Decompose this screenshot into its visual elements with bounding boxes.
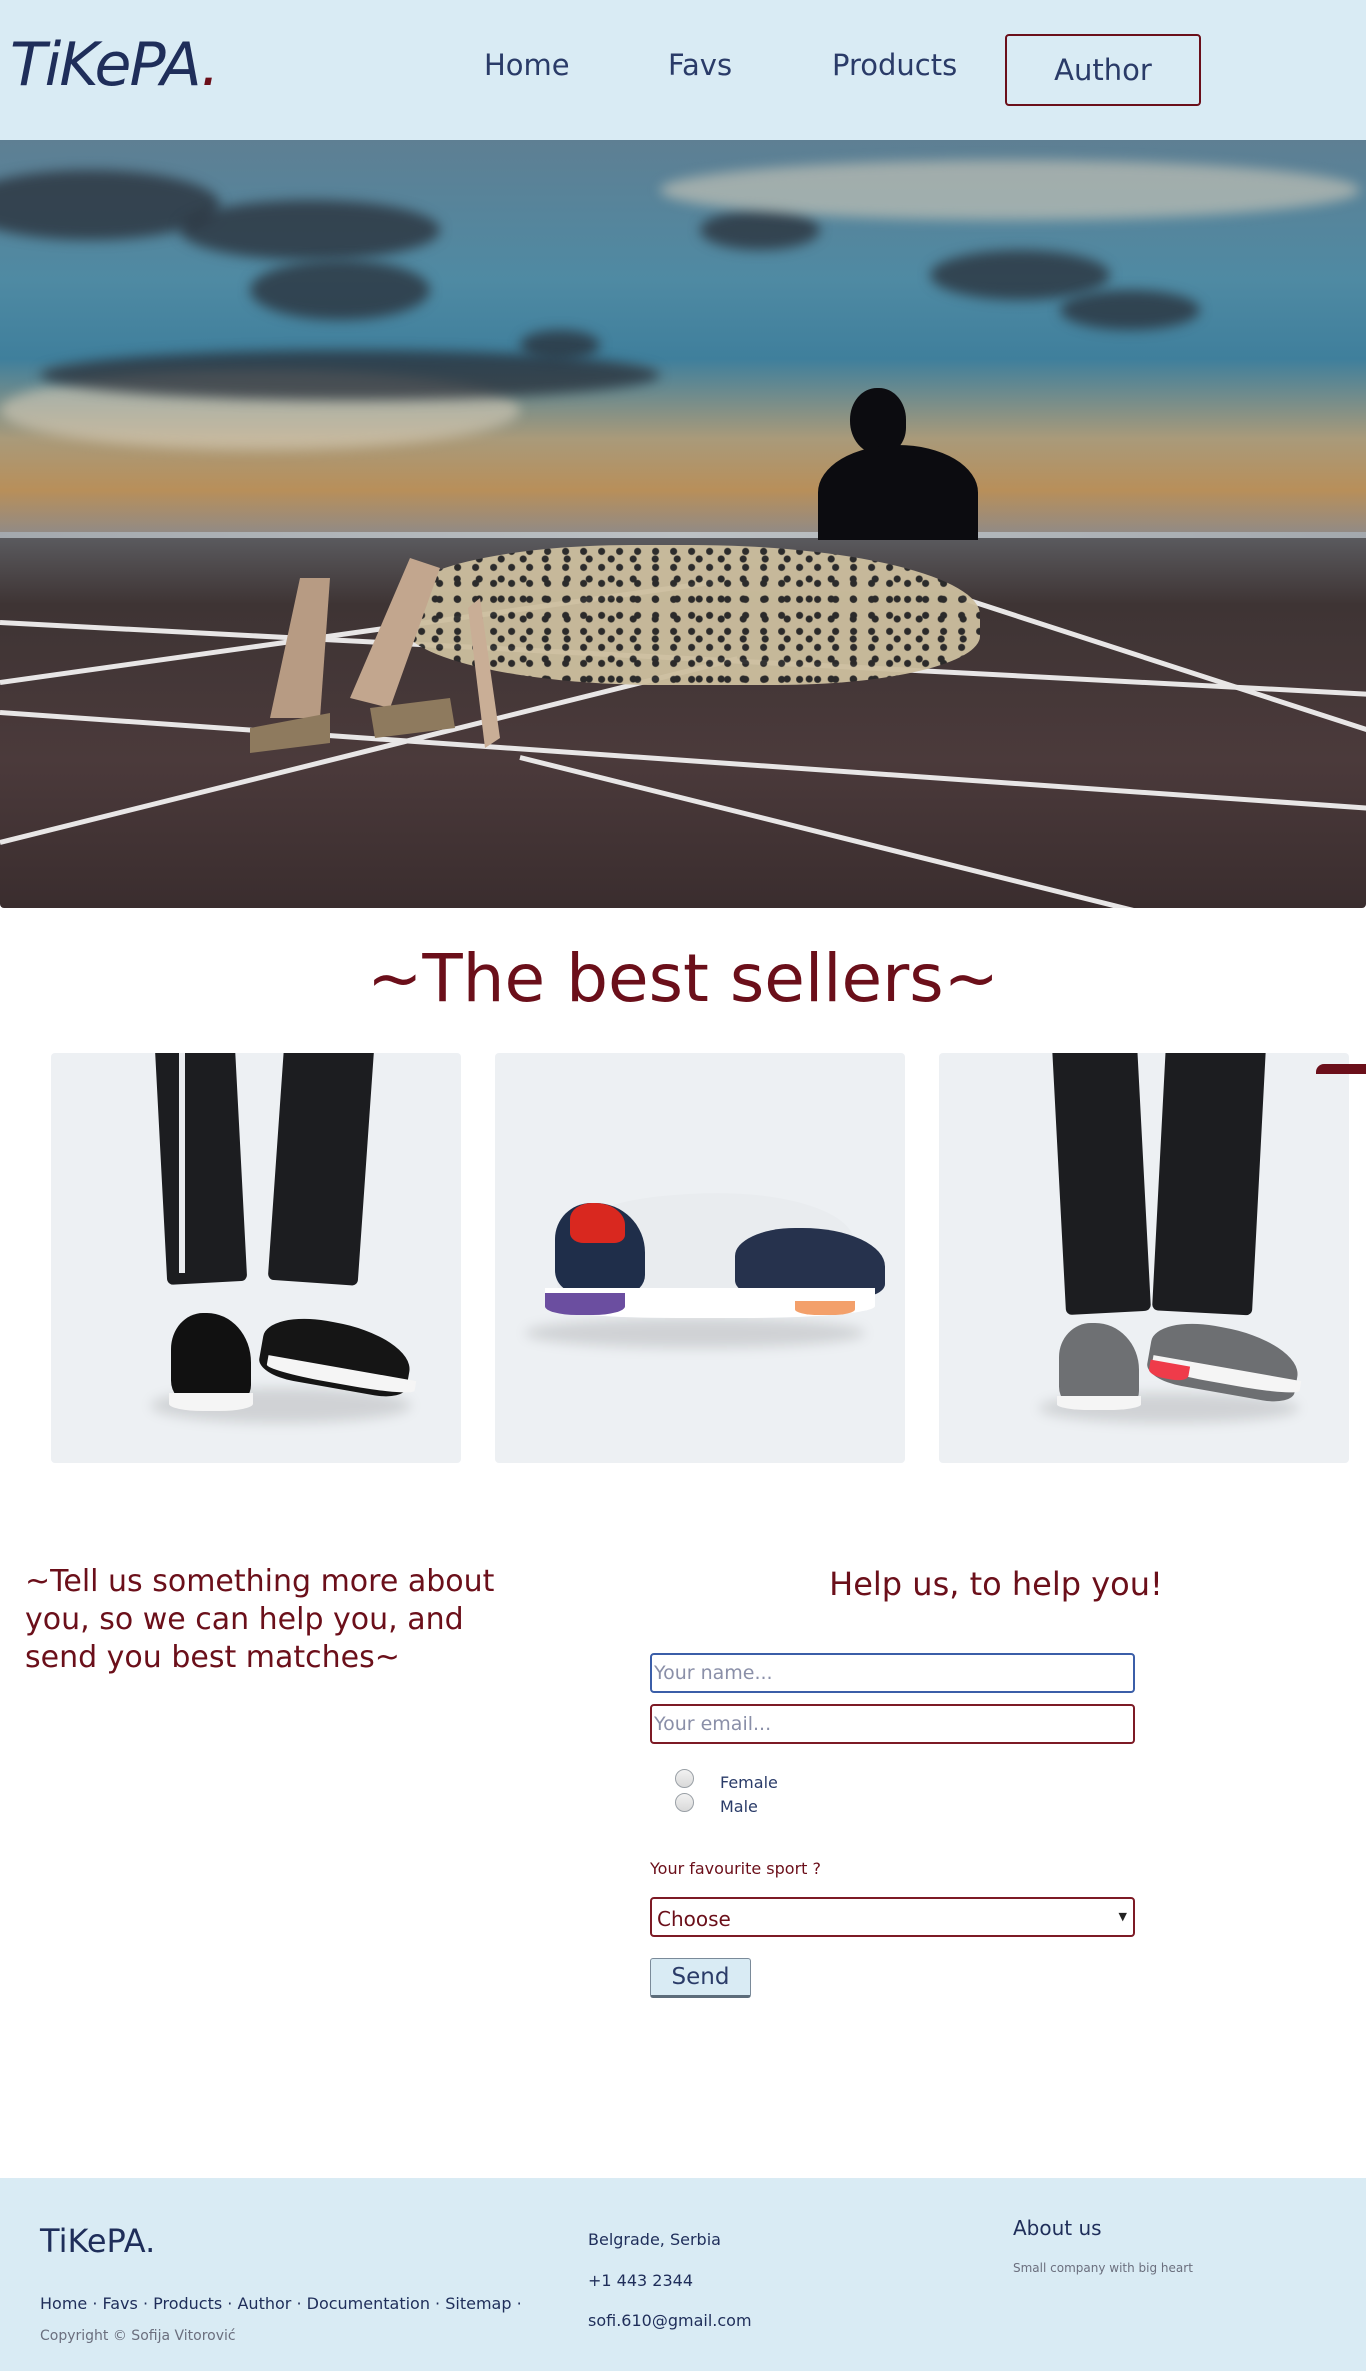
footer-copyright: Copyright © Sofija Vitorović xyxy=(40,2328,236,2344)
site-header: TiKePA. Home Favs Products Author xyxy=(0,0,1366,140)
footer-separator: · xyxy=(87,2294,103,2313)
male-radio[interactable] xyxy=(675,1793,694,1812)
pant-stripe xyxy=(179,1053,185,1273)
footer-logo[interactable]: TiKePA. xyxy=(40,2222,155,2260)
chevron-down-icon: ▼ xyxy=(1118,1910,1127,1923)
female-radio[interactable] xyxy=(675,1769,694,1788)
shoe-shape xyxy=(171,1313,251,1403)
nav-author-button[interactable]: Author xyxy=(1005,34,1201,106)
footer-link-favs[interactable]: Favs xyxy=(103,2294,138,2313)
form-title: Help us, to help you! xyxy=(829,1565,1163,1603)
name-input[interactable] xyxy=(650,1653,1135,1693)
footer-link-sitemap[interactable]: Sitemap xyxy=(445,2294,511,2313)
footer-link-home[interactable]: Home xyxy=(40,2294,87,2313)
retro-sneaker-image[interactable] xyxy=(495,1053,905,1463)
grey-sneakers-image[interactable] xyxy=(939,1053,1349,1463)
shoe-shape xyxy=(570,1203,625,1243)
runner-legs xyxy=(250,558,500,753)
site-footer: TiKePA. Home · Favs · Products · Author … xyxy=(0,2178,1366,2371)
cloud-shape xyxy=(40,350,660,400)
shoe-sole xyxy=(1057,1396,1141,1410)
email-input[interactable] xyxy=(650,1704,1135,1744)
nav-products[interactable]: Products xyxy=(832,48,957,82)
black-sneakers-image[interactable] xyxy=(51,1053,461,1463)
hero-runner-cheetah-image xyxy=(0,140,1366,908)
footer-link-author[interactable]: Author xyxy=(237,2294,291,2313)
footer-separator: · xyxy=(222,2294,238,2313)
pant-leg xyxy=(154,1053,248,1285)
cloud-shape xyxy=(660,160,1360,220)
footer-separator: · xyxy=(137,2294,154,2313)
side-tab[interactable] xyxy=(1316,1064,1366,1074)
shoe-shadow xyxy=(525,1318,865,1348)
nav-home[interactable]: Home xyxy=(484,48,570,82)
silhouette-body xyxy=(818,445,978,540)
footer-about-text: Small company with big heart xyxy=(1013,2261,1193,2275)
pant-leg xyxy=(267,1053,375,1286)
sport-select[interactable]: Choose ▼ xyxy=(650,1897,1135,1937)
male-label: Male xyxy=(720,1797,758,1816)
footer-email[interactable]: sofi.610@gmail.com xyxy=(588,2311,752,2330)
intro-text: ~Tell us something more about you, so we… xyxy=(25,1564,495,1675)
footer-link-products[interactable]: Products xyxy=(153,2294,222,2313)
nav-favs[interactable]: Favs xyxy=(668,48,732,82)
female-label: Female xyxy=(720,1773,778,1792)
send-button[interactable]: Send xyxy=(650,1958,751,1998)
cloud-shape xyxy=(180,200,440,260)
shoe-sole xyxy=(545,1293,625,1315)
footer-address: Belgrade, Serbia xyxy=(588,2230,721,2249)
sport-question-label: Your favourite sport ? xyxy=(650,1859,822,1878)
footer-link-documentation[interactable]: Documentation xyxy=(307,2294,430,2313)
best-sellers-title: ~The best sellers~ xyxy=(367,940,999,1017)
shoe-sole xyxy=(169,1393,253,1411)
main-nav: Home Favs Products Author xyxy=(0,34,1366,106)
cloud-shape xyxy=(250,260,430,320)
footer-phone: +1 443 2344 xyxy=(588,2271,694,2290)
cloud-shape xyxy=(1060,290,1200,330)
footer-links: Home · Favs · Products · Author · Docume… xyxy=(40,2294,522,2313)
cloud-shape xyxy=(930,250,1110,300)
pant-leg xyxy=(1152,1053,1266,1316)
sport-select-value: Choose xyxy=(657,1907,731,1931)
cloud-shape xyxy=(700,210,820,250)
footer-separator: · xyxy=(429,2294,446,2313)
shoe-sole xyxy=(795,1301,855,1315)
footer-about-title: About us xyxy=(1013,2216,1102,2240)
pant-leg xyxy=(1051,1053,1152,1316)
footer-separator: · xyxy=(511,2294,522,2313)
footer-separator: · xyxy=(291,2294,307,2313)
